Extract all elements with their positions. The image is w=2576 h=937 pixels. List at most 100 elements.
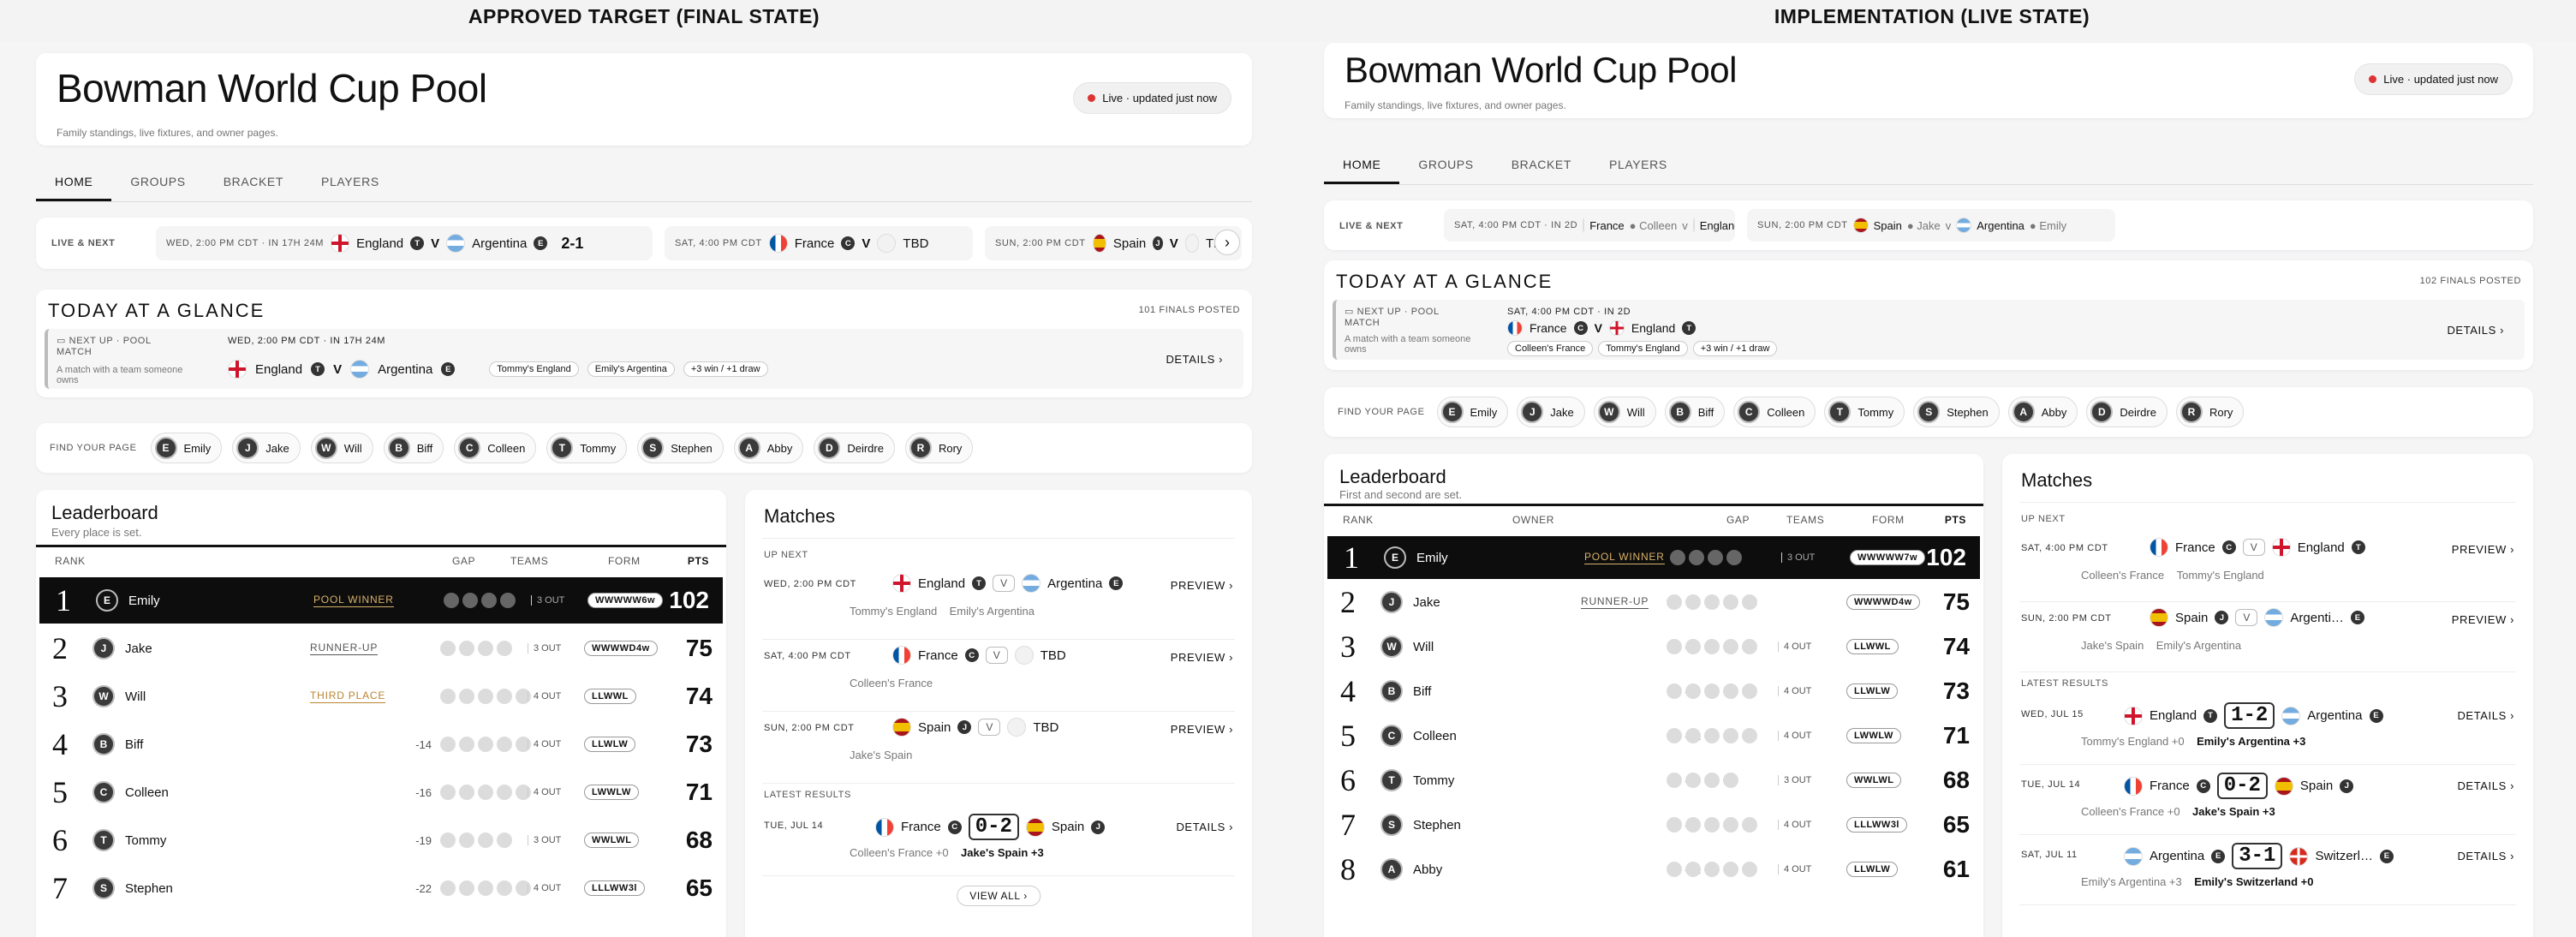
teams-out: 4 OUT <box>1778 686 1811 696</box>
player-name: Will <box>125 689 146 704</box>
place-tag: RUNNER-UP <box>310 642 379 655</box>
details-link[interactable]: DETAILS › <box>1166 353 1223 366</box>
details-link[interactable]: DETAILS › <box>2447 324 2504 337</box>
matches-card: Matches UP NEXT SAT, 4:00 PM CDT France C… <box>2002 454 2533 937</box>
tab-bracket[interactable]: BRACKET <box>1493 147 1590 182</box>
leaderboard-row[interactable]: 5 C Colleen -31 4 OUT LWWLW 71 <box>1324 714 1983 757</box>
next-up-box[interactable]: ▭ NEXT UP · POOL MATCH A match with a te… <box>1333 300 2525 360</box>
player-chip-emily[interactable]: E Emily <box>150 433 223 463</box>
player-chip-colleen[interactable]: C Colleen <box>1733 397 1816 427</box>
fixture-card[interactable]: SAT, 4:00 PM CDT France C V TBD <box>665 226 973 260</box>
player-chip-jake[interactable]: J Jake <box>1517 397 1585 427</box>
player-chip-abby[interactable]: A Abby <box>2007 397 2078 427</box>
owner-badge: T <box>972 576 987 590</box>
result-score: 0-2 <box>2216 773 2268 799</box>
player-chip-deirdre[interactable]: D Deirdre <box>2086 397 2168 427</box>
player-chip-stephen[interactable]: S Stephen <box>1913 397 2000 427</box>
player-name: Colleen <box>125 785 169 800</box>
team-icons <box>440 832 516 848</box>
upcoming-match[interactable]: WED, 2:00 PM CDT England T V Argentina E PRE… <box>764 570 1233 637</box>
leaderboard-row[interactable]: 5 C Colleen -16 4 OUT LWWLW 71 <box>36 769 726 815</box>
player-chip-biff[interactable]: B Biff <box>383 433 444 463</box>
next-up-box[interactable]: ▭ NEXT UP · POOL MATCH A match with a te… <box>45 329 1243 389</box>
avatar: E <box>154 437 177 459</box>
leaderboard-row[interactable]: 6 T Tommy -34 3 OUT WWLWL 68 <box>1324 759 1983 802</box>
leaderboard-row[interactable]: 3 W Will THIRD PLACE 4 OUT LLWWL 74 <box>36 673 726 719</box>
team-icon <box>1704 727 1720 743</box>
avatar: C <box>1380 725 1403 747</box>
teams-out: 3 OUT <box>1778 775 1811 785</box>
fixture-card[interactable]: SUN, 2:00 PM CDT Spain ● Jake v Argentina ● E… <box>1747 209 2115 242</box>
leaderboard-row[interactable]: 2 J Jake RUNNER-UP WWWWD4w 75 <box>1324 581 1983 624</box>
result-match[interactable]: TUE, JUL 14 France C 0-2 Spain J DETAILS › C… <box>764 810 1233 875</box>
tab-home[interactable]: HOME <box>36 164 112 201</box>
owner-badge: E <box>2350 611 2364 624</box>
fixture-card[interactable]: SUN, 2:00 PM CDTSpainJVTBD <box>985 226 1242 260</box>
finals-posted: 101 FINALS POSTED <box>1138 305 1240 315</box>
player-chip-rory[interactable]: R Rory <box>904 433 974 463</box>
result-match[interactable]: SAT, JUL 11 Argentina E 3-1 Switzerl… E DETA… <box>2021 839 2514 904</box>
fixture-card[interactable]: WED, 2:00 PM CDT · IN 17H 24M England T V Ar… <box>156 226 653 260</box>
player-chip-deirdre[interactable]: D Deirdre <box>814 433 895 463</box>
tab-home[interactable]: HOME <box>1324 147 1400 184</box>
tab-bracket[interactable]: BRACKET <box>205 164 302 199</box>
leaderboard-row[interactable]: 7 S Stephen -37 4 OUT LLLWW3l 65 <box>1324 803 1983 846</box>
player-chip-emily[interactable]: E Emily <box>1436 397 1509 427</box>
player-chip-tommy[interactable]: T Tommy <box>1824 397 1905 427</box>
details-link[interactable]: DETAILS › <box>2457 779 2514 792</box>
teams-out: 3 OUT <box>1781 552 1815 563</box>
preview-link[interactable]: PREVIEW › <box>2452 613 2514 626</box>
player-chip-will[interactable]: W Will <box>310 433 373 463</box>
fixture-card[interactable]: SAT, 4:00 PM CDT · IN 2D France ● Colleen v… <box>1444 209 1735 242</box>
upcoming-match[interactable]: SUN, 2:00 PM CDT Spain J V TBD PREVIEW › Ja… <box>764 714 1233 781</box>
caption-implementation: IMPLEMENTATION (LIVE STATE) <box>1774 5 2090 27</box>
form-badge: LLWLW <box>1846 862 1899 877</box>
leaderboard-row[interactable]: 1 E Emily POOL WINNER 3 OUT WWWWW7w 102 <box>1327 536 1980 579</box>
owner-badge: C <box>2196 779 2210 793</box>
team-icon <box>1704 638 1720 654</box>
leaderboard-row[interactable]: 8 A Abby -41 4 OUT LLWLW 61 <box>1324 848 1983 891</box>
upcoming-match[interactable]: SAT, 4:00 PM CDT France C V England T PREVIE… <box>2021 534 2514 600</box>
result-match[interactable]: WED, JUL 15 England T 1-2 Argentina E DETAIL… <box>2021 699 2514 764</box>
tab-players[interactable]: PLAYERS <box>302 164 398 199</box>
tab-groups[interactable]: GROUPS <box>1399 147 1492 182</box>
player-chip-abby[interactable]: A Abby <box>733 433 804 463</box>
leaderboard-row[interactable]: 2 J Jake RUNNER-UP 3 OUT WWWWD4w 75 <box>36 625 726 671</box>
flag-icon <box>1507 320 1523 336</box>
player-chip-will[interactable]: W Will <box>1593 397 1656 427</box>
flag-icon <box>2264 608 2284 627</box>
tab-groups[interactable]: GROUPS <box>111 164 204 199</box>
points-value: 102 <box>669 587 709 613</box>
leaderboard-row[interactable]: 4 B Biff -14 4 OUT LLWLW 73 <box>36 721 726 767</box>
preview-link[interactable]: PREVIEW › <box>1171 723 1233 736</box>
team-icon <box>497 688 512 704</box>
leaderboard-row[interactable]: 7 S Stephen -22 4 OUT LLLWW3l 65 <box>36 865 726 911</box>
upcoming-match[interactable]: SUN, 2:00 PM CDT Spain J V Argenti… E PREVIE… <box>2021 605 2514 670</box>
upcoming-match[interactable]: SAT, 4:00 PM CDT France C V TBD PREVIEW › C… <box>764 642 1233 709</box>
details-link[interactable]: DETAILS › <box>2457 709 2514 722</box>
preview-link[interactable]: PREVIEW › <box>1171 651 1233 664</box>
tab-players[interactable]: PLAYERS <box>1590 147 1686 182</box>
team-icon <box>497 880 512 896</box>
preview-link[interactable]: PREVIEW › <box>1171 579 1233 592</box>
player-chip-tommy[interactable]: T Tommy <box>546 433 628 463</box>
player-chip-biff[interactable]: B Biff <box>1664 397 1726 427</box>
leaderboard-row[interactable]: 6 T Tommy -19 3 OUT WWLWL 68 <box>36 817 726 863</box>
scroll-next-button[interactable]: › <box>1214 230 1240 255</box>
leaderboard-row[interactable]: 4 B Biff -29 4 OUT LLWLW 73 <box>1324 670 1983 713</box>
team-icon <box>1704 861 1720 877</box>
gap-value: -16 <box>415 785 432 799</box>
details-link[interactable]: DETAILS › <box>2457 850 2514 862</box>
leaderboard-row[interactable]: 3 W Will -28 4 OUT LLWWL 74 <box>1324 625 1983 668</box>
player-chip-jake[interactable]: J Jake <box>232 433 301 463</box>
player-chip-stephen[interactable]: S Stephen <box>637 433 724 463</box>
details-link[interactable]: DETAILS › <box>1176 821 1233 833</box>
owner-badge: C <box>841 236 856 250</box>
result-match[interactable]: TUE, JUL 14 France C 0-2 Spain J DETAILS › C… <box>2021 769 2514 834</box>
preview-link[interactable]: PREVIEW › <box>2452 543 2514 556</box>
player-chip-rory[interactable]: R Rory <box>2175 397 2245 427</box>
view-all-button[interactable]: VIEW ALL › <box>957 886 1041 906</box>
player-chip-colleen[interactable]: C Colleen <box>454 433 537 463</box>
leaderboard-row[interactable]: 1 E Emily POOL WINNER 3 OUT WWWWW6w 102 <box>39 577 723 624</box>
avatar: J <box>1380 591 1403 613</box>
